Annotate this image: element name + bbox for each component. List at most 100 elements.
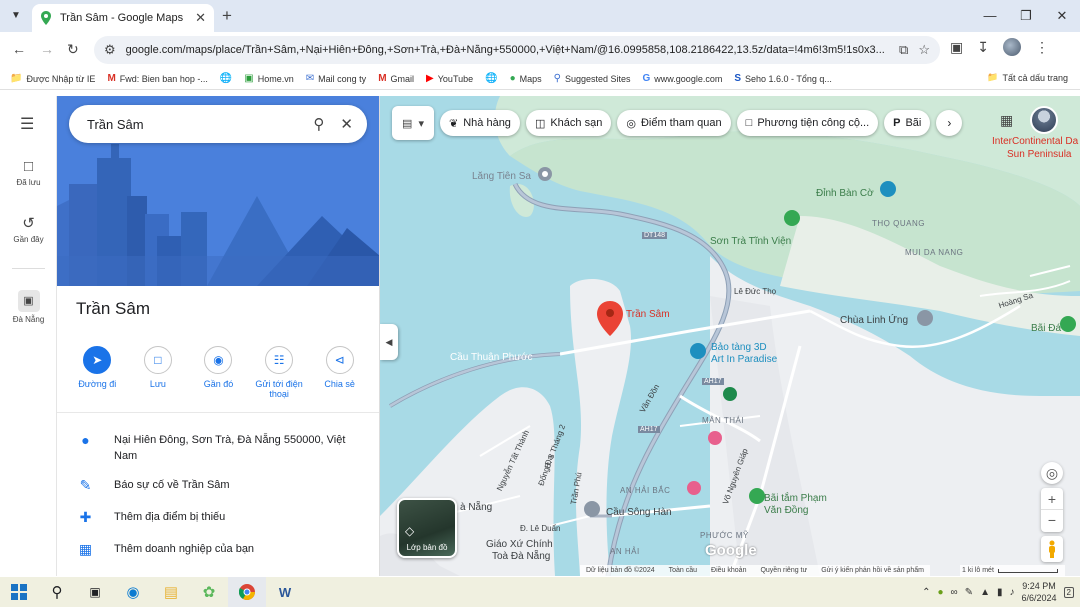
file-explorer-icon[interactable]: ▤ bbox=[152, 577, 190, 607]
all-bookmarks[interactable]: 📁 Tất cả dấu trang bbox=[987, 72, 1068, 83]
google-apps-icon[interactable]: ▦ bbox=[1000, 112, 1013, 129]
share-button[interactable]: ⊲ Chia sẻ bbox=[312, 346, 368, 399]
profile-avatar[interactable] bbox=[1002, 38, 1021, 56]
chips-next-button[interactable]: › bbox=[936, 110, 963, 136]
account-avatar[interactable] bbox=[1030, 106, 1058, 134]
layer-type-button[interactable]: ▤ ▾ bbox=[392, 106, 434, 140]
terms-link[interactable]: Điều khoản bbox=[711, 567, 746, 574]
pen-icon[interactable]: ✎ bbox=[965, 587, 973, 598]
global-link[interactable]: Toàn cầu bbox=[669, 567, 697, 574]
site-info-icon[interactable]: ⚙ bbox=[104, 42, 116, 58]
report-row[interactable]: ✎ Báo sự cố về Trần Sâm bbox=[57, 477, 379, 493]
rail-recent[interactable]: ↺ Gần đây bbox=[0, 214, 57, 244]
close-window-icon[interactable]: ✕ bbox=[1044, 0, 1080, 32]
nearby-button[interactable]: ◉ Gần đó bbox=[190, 346, 246, 399]
collapse-panel-button[interactable]: ◀ bbox=[380, 324, 398, 360]
bookmark-item[interactable]: 🌐 bbox=[220, 73, 232, 84]
feedback-link[interactable]: Gửi ý kiến phản hồi về sản phẩm bbox=[821, 567, 924, 574]
battery-icon[interactable]: ▮ bbox=[997, 587, 1003, 598]
bookmark-item[interactable]: 🌐 bbox=[485, 73, 497, 84]
minimize-icon[interactable]: — bbox=[972, 0, 1008, 32]
task-view-icon[interactable]: ▣ bbox=[76, 577, 114, 607]
bookmark-item[interactable]: ● Maps bbox=[510, 73, 542, 84]
bookmark-item[interactable]: ▶ YouTube bbox=[426, 73, 473, 84]
add-place-row[interactable]: ✚ Thêm địa điểm bị thiếu bbox=[57, 509, 379, 525]
map-label[interactable]: Sun Peninsula bbox=[1007, 149, 1072, 160]
bookmark-star-icon[interactable]: ☆ bbox=[918, 42, 930, 58]
bookmark-item[interactable]: 📁 Được Nhập từ IE bbox=[10, 73, 95, 84]
zoom-out-button[interactable]: − bbox=[1041, 510, 1063, 532]
bookmark-item[interactable]: S Seho 1.6.0 - Tổng q... bbox=[734, 73, 832, 84]
download-icon[interactable]: ↧ bbox=[977, 39, 989, 56]
install-app-icon[interactable]: ⧉ bbox=[899, 42, 908, 58]
map-label[interactable]: Chùa Linh Ứng bbox=[840, 315, 908, 326]
bookmark-item[interactable]: M Fwd: Bien ban hop -... bbox=[107, 73, 207, 84]
rail-recent-place[interactable]: ▣ Đà Nẵng bbox=[0, 290, 57, 324]
bookmark-item[interactable]: ⚲ Suggested Sites bbox=[554, 73, 631, 84]
map-label[interactable]: Bảo tàng 3D bbox=[711, 342, 767, 353]
search-icon[interactable]: ⚲ bbox=[38, 577, 76, 607]
map-label[interactable]: Lăng Tiên Sa bbox=[472, 171, 531, 182]
chip-restaurants[interactable]: ❦ Nhà hàng bbox=[440, 110, 520, 136]
back-icon[interactable]: ← bbox=[12, 41, 26, 57]
close-tab-icon[interactable]: ✕ bbox=[195, 10, 206, 26]
chip-transit[interactable]: □ Phương tiện công cộ... bbox=[736, 110, 879, 136]
app-icon[interactable]: ✿ bbox=[190, 577, 228, 607]
extensions-icon[interactable]: ▣ bbox=[950, 39, 963, 56]
url-text[interactable]: google.com/maps/place/Trần+Sâm,+Nại+Hiên… bbox=[126, 44, 889, 56]
bluetooth-icon[interactable]: ∞ bbox=[951, 587, 958, 598]
add-business-row[interactable]: ▦ Thêm doanh nghiệp của bạn bbox=[57, 541, 379, 557]
map-label[interactable]: Giáo Xứ Chính bbox=[486, 539, 553, 550]
map-label[interactable]: Bãi Đá bbox=[1031, 323, 1061, 334]
map-label[interactable]: InterContinental Da bbox=[992, 136, 1078, 147]
privacy-link[interactable]: Quyền riêng tư bbox=[760, 567, 807, 574]
restore-icon[interactable]: ❐ bbox=[1008, 0, 1044, 32]
address-row[interactable]: ● Nại Hiên Đông, Sơn Trà, Đà Nẵng 550000,… bbox=[57, 432, 379, 464]
map-scale[interactable]: 1 ki lô mét bbox=[960, 565, 1065, 576]
bookmark-item[interactable]: M Gmail bbox=[378, 73, 414, 84]
my-location-button[interactable]: ◎ bbox=[1041, 462, 1063, 484]
map-label[interactable]: Cầu Thuận Phước bbox=[450, 352, 533, 363]
street-view-pegman-icon[interactable] bbox=[1041, 536, 1063, 562]
forward-icon[interactable]: → bbox=[40, 41, 54, 57]
map-label[interactable]: Sơn Trà Tĩnh Viện bbox=[710, 236, 791, 247]
tray-chevron-icon[interactable]: ⌃ bbox=[922, 587, 930, 598]
new-tab-icon[interactable]: + bbox=[222, 6, 232, 26]
save-button[interactable]: □ Lưu bbox=[130, 346, 186, 399]
wifi-icon[interactable]: ▲ bbox=[980, 587, 990, 598]
close-icon[interactable]: ✕ bbox=[340, 115, 353, 133]
map-label[interactable]: Trần Sâm bbox=[626, 309, 670, 320]
map-canvas[interactable]: ▤ ▾ ❦ Nhà hàng ◫ Khách sạn ◎ Điểm tham quan … bbox=[380, 96, 1080, 576]
search-icon[interactable]: ⚲ bbox=[313, 115, 324, 133]
zoom-in-button[interactable]: + bbox=[1041, 488, 1063, 510]
menu-icon[interactable]: ☰ bbox=[20, 114, 34, 134]
bookmark-item[interactable]: ▣ Home.vn bbox=[244, 73, 293, 84]
chrome-icon[interactable] bbox=[228, 577, 266, 607]
tab-search-icon[interactable]: ▼ bbox=[6, 6, 26, 26]
bookmark-item[interactable]: Gwww.google.com bbox=[643, 73, 723, 84]
rail-saved[interactable]: □ Đã lưu bbox=[0, 158, 57, 187]
tray-app-icon[interactable]: ● bbox=[938, 587, 944, 598]
address-bar[interactable]: ⚙ google.com/maps/place/Trần+Sâm,+Nại+Hi… bbox=[94, 36, 940, 64]
map-label[interactable]: Bãi tắm Phạm bbox=[764, 493, 827, 504]
search-input[interactable]: Trần Sâm bbox=[87, 117, 297, 132]
search-box[interactable]: Trần Sâm ⚲ ✕ bbox=[69, 105, 367, 143]
more-menu-icon[interactable]: ⋮ bbox=[1035, 39, 1049, 56]
chip-attractions[interactable]: ◎ Điểm tham quan bbox=[617, 110, 731, 136]
map-label[interactable]: Văn Đồng bbox=[764, 505, 808, 516]
map-label[interactable]: Art In Paradise bbox=[711, 354, 777, 365]
notification-center-icon[interactable]: 2 bbox=[1063, 586, 1074, 598]
directions-button[interactable]: ➤ Đường đi bbox=[69, 346, 125, 399]
layers-thumbnail-button[interactable]: ◇ Lớp bản đồ bbox=[397, 498, 457, 558]
chip-hotels[interactable]: ◫ Khách sạn bbox=[525, 110, 612, 136]
map-label[interactable]: Cầu Sông Hàn bbox=[606, 507, 672, 518]
windows-start-icon[interactable] bbox=[0, 577, 38, 607]
map-label[interactable]: Toà Đà Nẵng bbox=[492, 551, 550, 562]
chip-parking[interactable]: P Bãi bbox=[884, 110, 931, 136]
map-label[interactable]: Đỉnh Bàn Cờ bbox=[816, 188, 874, 199]
clock[interactable]: 9:24 PM 6/6/2024 bbox=[1022, 580, 1057, 604]
edge-icon[interactable]: ◉ bbox=[114, 577, 152, 607]
word-icon[interactable]: W bbox=[266, 577, 304, 607]
volume-icon[interactable]: ♪ bbox=[1010, 587, 1015, 598]
bookmark-item[interactable]: ✉ Mail cong ty bbox=[306, 73, 366, 84]
